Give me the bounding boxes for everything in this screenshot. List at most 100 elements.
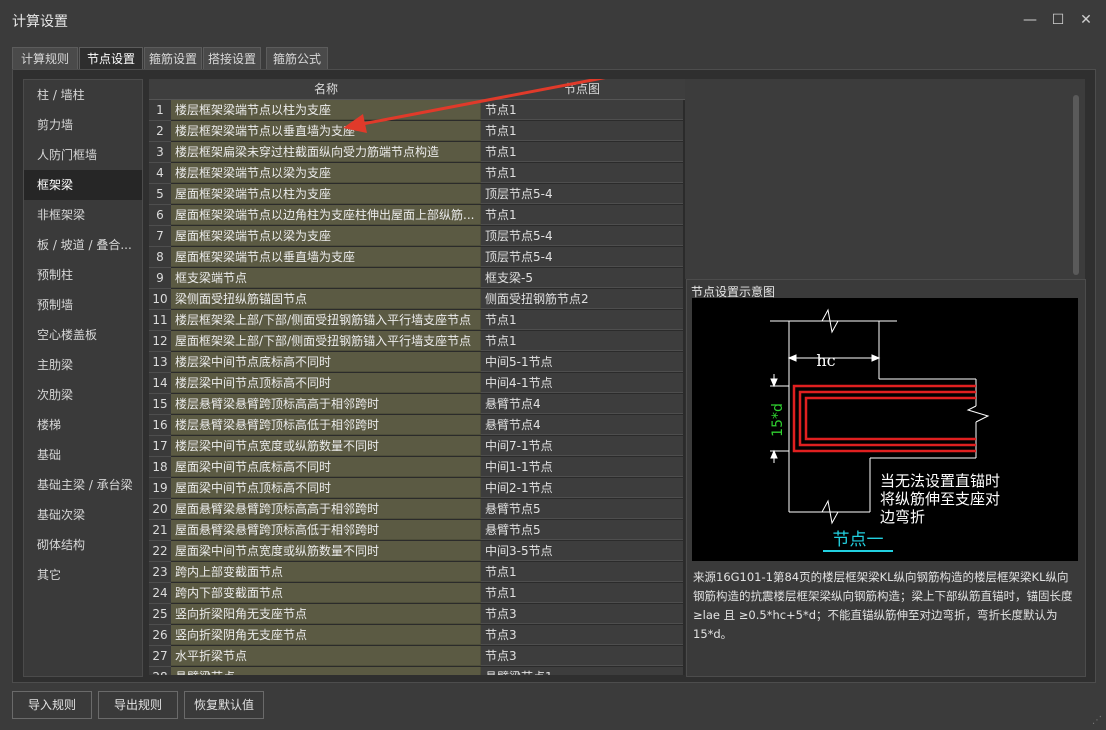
sidebar-item-masonry[interactable]: 砌体结构 [24,530,142,560]
row-node-cell[interactable]: 顶层节点5-4 [481,226,683,246]
sidebar-item-non-frame-beam[interactable]: 非框架梁 [24,200,142,230]
row-node-cell[interactable]: 顶层节点5-4 [481,184,683,204]
table-row[interactable]: 21 屋面悬臂梁悬臂跨顶标高低于相邻跨时 悬臂节点5 [149,520,685,541]
row-name-cell[interactable]: 屋面框架梁端节点以柱为支座 [171,184,481,204]
table-row[interactable]: 26 竖向折梁阴角无支座节点 节点3 [149,625,685,646]
table-row[interactable]: 8 屋面框架梁端节点以垂直墙为支座 顶层节点5-4 [149,247,685,268]
row-name-cell[interactable]: 楼层梁中间节点底标高不同时 [171,352,481,372]
row-name-cell[interactable]: 屋面梁中间节点宽度或纵筋数量不同时 [171,541,481,561]
row-name-cell[interactable]: 屋面框架梁端节点以边角柱为支座柱伸出屋面上部纵筋... [171,205,481,225]
row-node-cell[interactable]: 悬臂节点5 [481,499,683,519]
table-row[interactable]: 11 楼层框架梁上部/下部/侧面受扭钢筋锚入平行墙支座节点 节点1 [149,310,685,331]
tab-stirrup-settings[interactable]: 箍筋设置 [144,47,202,70]
table-row[interactable]: 15 楼层悬臂梁悬臂跨顶标高高于相邻跨时 悬臂节点4 [149,394,685,415]
row-node-cell[interactable]: 中间1-1节点 [481,457,683,477]
sidebar-item-foundation-main-beam[interactable]: 基础主梁 / 承台梁 [24,470,142,500]
sidebar-item-other[interactable]: 其它 [24,560,142,590]
table-row[interactable]: 12 屋面框架梁上部/下部/侧面受扭钢筋锚入平行墙支座节点 节点1 [149,331,685,352]
table-row[interactable]: 27 水平折梁节点 节点3 [149,646,685,667]
row-node-cell[interactable]: 悬臂节点5 [481,520,683,540]
sidebar-item-precast-column[interactable]: 预制柱 [24,260,142,290]
sidebar-item-main-rib-beam[interactable]: 主肋梁 [24,350,142,380]
sidebar-item-stairs[interactable]: 楼梯 [24,410,142,440]
sidebar-item-foundation-secondary-beam[interactable]: 基础次梁 [24,500,142,530]
row-name-cell[interactable]: 屋面框架梁端节点以梁为支座 [171,226,481,246]
export-rules-button[interactable]: 导出规则 [98,691,178,719]
sidebar-item-hollow-slab[interactable]: 空心楼盖板 [24,320,142,350]
table-row[interactable]: 20 屋面悬臂梁悬臂跨顶标高高于相邻跨时 悬臂节点5 [149,499,685,520]
table-row[interactable]: 5 屋面框架梁端节点以柱为支座 顶层节点5-4 [149,184,685,205]
row-name-cell[interactable]: 屋面梁中间节点底标高不同时 [171,457,481,477]
table-row[interactable]: 16 楼层悬臂梁悬臂跨顶标高低于相邻跨时 悬臂节点4 [149,415,685,436]
table-row[interactable]: 14 楼层梁中间节点顶标高不同时 中间4-1节点 [149,373,685,394]
row-node-cell[interactable]: 节点1 [481,562,683,582]
row-node-cell[interactable]: 节点1 [481,163,683,183]
table-row[interactable]: 7 屋面框架梁端节点以梁为支座 顶层节点5-4 [149,226,685,247]
row-name-cell[interactable]: 楼层悬臂梁悬臂跨顶标高高于相邻跨时 [171,394,481,414]
tab-stirrup-formula[interactable]: 箍筋公式 [266,47,328,70]
vertical-scrollbar[interactable] [1073,95,1079,275]
sidebar-item-civil-defense-wall[interactable]: 人防门框墙 [24,140,142,170]
row-name-cell[interactable]: 屋面框架梁上部/下部/侧面受扭钢筋锚入平行墙支座节点 [171,331,481,351]
table-row[interactable]: 24 跨内下部变截面节点 节点1 [149,583,685,604]
sidebar-item-secondary-rib-beam[interactable]: 次肋梁 [24,380,142,410]
row-node-cell[interactable]: 悬臂梁节点1 [481,667,683,675]
table-row[interactable]: 6 屋面框架梁端节点以边角柱为支座柱伸出屋面上部纵筋... 节点1 [149,205,685,226]
row-name-cell[interactable]: 楼层悬臂梁悬臂跨顶标高低于相邻跨时 [171,415,481,435]
row-node-cell[interactable]: 顶层节点5-4 [481,247,683,267]
table-row[interactable]: 22 屋面梁中间节点宽度或纵筋数量不同时 中间3-5节点 [149,541,685,562]
table-row[interactable]: 17 楼层梁中间节点宽度或纵筋数量不同时 中间7-1节点 [149,436,685,457]
row-name-cell[interactable]: 悬臂梁节点 [171,667,481,675]
row-name-cell[interactable]: 跨内下部变截面节点 [171,583,481,603]
row-name-cell[interactable]: 楼层框架梁上部/下部/侧面受扭钢筋锚入平行墙支座节点 [171,310,481,330]
sidebar-item-frame-beam[interactable]: 框架梁 [24,170,142,200]
row-node-cell[interactable]: 节点1 [481,205,683,225]
row-node-cell[interactable]: 侧面受扭钢筋节点2 [481,289,683,309]
table-row[interactable]: 10 梁侧面受扭纵筋锚固节点 侧面受扭钢筋节点2 [149,289,685,310]
row-name-cell[interactable]: 屋面悬臂梁悬臂跨顶标高低于相邻跨时 [171,520,481,540]
row-node-cell[interactable]: 悬臂节点4 [481,394,683,414]
row-name-cell[interactable]: 楼层梁中间节点宽度或纵筋数量不同时 [171,436,481,456]
sidebar-item-column[interactable]: 柱 / 墙柱 [24,80,142,110]
maximize-button[interactable]: ☐ [1048,10,1068,30]
row-node-cell[interactable]: 节点1 [481,583,683,603]
import-rules-button[interactable]: 导入规则 [12,691,92,719]
table-row[interactable]: 18 屋面梁中间节点底标高不同时 中间1-1节点 [149,457,685,478]
restore-defaults-button[interactable]: 恢复默认值 [184,691,264,719]
table-row[interactable]: 19 屋面梁中间节点顶标高不同时 中间2-1节点 [149,478,685,499]
minimize-button[interactable]: — [1020,10,1040,30]
tab-node-settings[interactable]: 节点设置 [79,47,143,70]
tab-calc-rules[interactable]: 计算规则 [12,47,78,70]
table-row[interactable]: 9 框支梁端节点 框支梁-5 [149,268,685,289]
row-name-cell[interactable]: 屋面梁中间节点顶标高不同时 [171,478,481,498]
row-node-cell[interactable]: 中间4-1节点 [481,373,683,393]
row-name-cell[interactable]: 竖向折梁阴角无支座节点 [171,625,481,645]
row-name-cell[interactable]: 楼层梁中间节点顶标高不同时 [171,373,481,393]
row-node-cell[interactable]: 悬臂节点4 [481,415,683,435]
table-row[interactable]: 28悬臂梁节点悬臂梁节点1 [149,667,685,675]
close-button[interactable]: ✕ [1076,10,1096,30]
row-node-cell[interactable]: 中间5-1节点 [481,352,683,372]
row-name-cell[interactable]: 竖向折梁阳角无支座节点 [171,604,481,624]
table-row[interactable]: 13 楼层梁中间节点底标高不同时 中间5-1节点 [149,352,685,373]
row-node-cell[interactable]: 框支梁-5 [481,268,683,288]
row-node-cell[interactable]: 节点1 [481,331,683,351]
row-node-cell[interactable]: 节点1 [481,310,683,330]
row-node-cell[interactable]: 中间3-5节点 [481,541,683,561]
sidebar-item-precast-wall[interactable]: 预制墙 [24,290,142,320]
row-name-cell[interactable]: 水平折梁节点 [171,646,481,666]
table-row[interactable]: 25 竖向折梁阳角无支座节点 节点3 [149,604,685,625]
row-name-cell[interactable]: 跨内上部变截面节点 [171,562,481,582]
sidebar-item-slab[interactable]: 板 / 坡道 / 叠合... [24,230,142,260]
row-node-cell[interactable]: 中间7-1节点 [481,436,683,456]
row-node-cell[interactable]: 节点3 [481,646,683,666]
table-row[interactable]: 4 楼层框架梁端节点以梁为支座 节点1 [149,163,685,184]
tab-lap-settings[interactable]: 搭接设置 [203,47,261,70]
sidebar-item-foundation[interactable]: 基础 [24,440,142,470]
row-name-cell[interactable]: 屋面框架梁端节点以垂直墙为支座 [171,247,481,267]
row-node-cell[interactable]: 节点3 [481,604,683,624]
row-name-cell[interactable]: 屋面悬臂梁悬臂跨顶标高高于相邻跨时 [171,499,481,519]
row-node-cell[interactable]: 节点3 [481,625,683,645]
resize-grip-icon[interactable]: ⋰ [1092,715,1102,726]
row-name-cell[interactable]: 梁侧面受扭纵筋锚固节点 [171,289,481,309]
